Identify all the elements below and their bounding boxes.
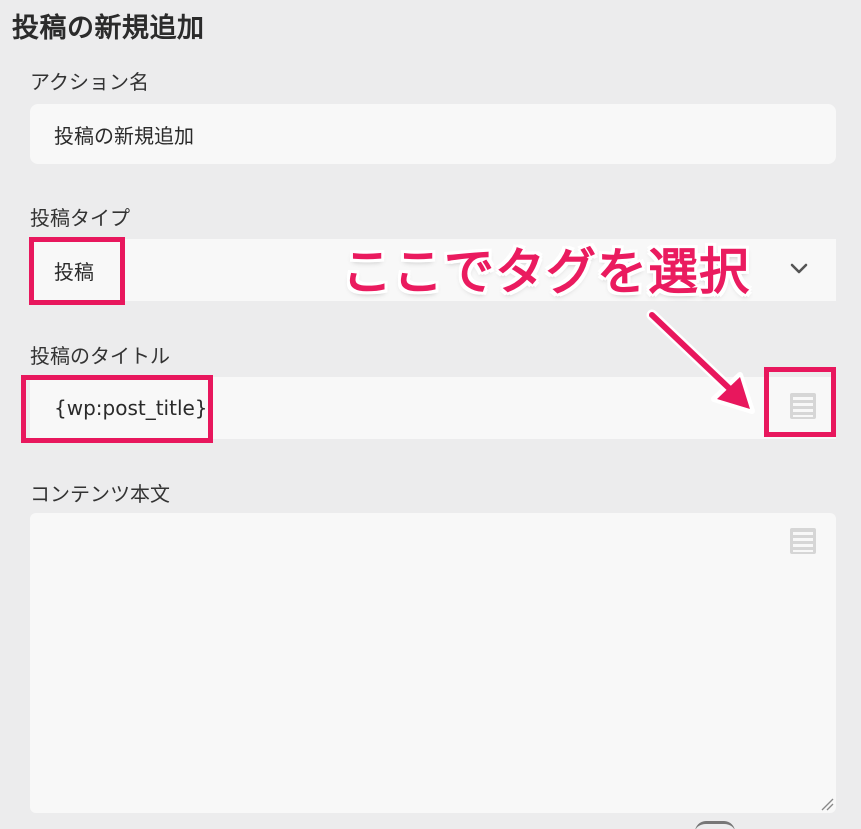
post-type-label: 投稿タイプ — [30, 206, 130, 230]
resize-handle-icon[interactable] — [820, 797, 834, 811]
action-name-value: 投稿の新規追加 — [54, 123, 194, 148]
post-title-label: 投稿のタイトル — [30, 344, 170, 368]
content-body-textarea[interactable] — [30, 513, 836, 813]
annotation-text: ここでタグを選択 — [342, 243, 750, 301]
action-settings-panel: 投稿の新規追加 アクション名 投稿の新規追加 投稿タイプ 投稿 投稿のタイトル … — [0, 0, 861, 829]
annotation-arrow-icon — [646, 309, 755, 414]
content-body-label: コンテンツ本文 — [30, 482, 170, 506]
highlight-post-title — [21, 375, 213, 443]
bottom-control-edge — [695, 821, 735, 829]
highlight-tag-icon — [764, 367, 836, 437]
action-name-input[interactable]: 投稿の新規追加 — [30, 104, 836, 164]
chevron-down-icon[interactable] — [788, 258, 810, 280]
section-title: 投稿の新規追加 — [12, 13, 205, 44]
action-name-label: アクション名 — [30, 70, 149, 94]
tag-list-icon[interactable] — [788, 526, 818, 556]
highlight-post-type — [29, 237, 125, 305]
